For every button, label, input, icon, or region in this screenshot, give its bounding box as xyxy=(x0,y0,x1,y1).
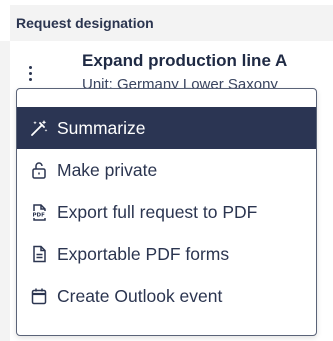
column-header-label: Request designation xyxy=(16,15,154,31)
pdf-file-icon: PDF xyxy=(29,202,49,222)
menu-item-outlook-event[interactable]: Create Outlook event xyxy=(17,275,316,317)
menu-item-label: Exportable PDF forms xyxy=(57,243,230,264)
lock-icon xyxy=(29,160,49,180)
menu-item-export-pdf[interactable]: PDF Export full request to PDF xyxy=(17,191,316,233)
row-gutter xyxy=(0,41,10,341)
svg-text:PDF: PDF xyxy=(33,213,46,219)
more-options-icon[interactable] xyxy=(22,63,38,83)
magic-wand-icon xyxy=(29,118,49,138)
menu-item-label: Create Outlook event xyxy=(57,285,223,306)
context-menu: Summarize Make private PDF Export full r… xyxy=(16,88,317,336)
menu-item-label: Export full request to PDF xyxy=(57,201,258,222)
menu-item-label: Make private xyxy=(57,159,158,180)
menu-item-make-private[interactable]: Make private xyxy=(17,149,316,191)
request-title: Expand production line A xyxy=(82,51,288,70)
menu-item-pdf-forms[interactable]: Exportable PDF forms xyxy=(17,233,316,275)
menu-item-label: Summarize xyxy=(57,117,146,138)
calendar-icon xyxy=(29,286,49,306)
table-column-header: Request designation xyxy=(10,5,333,41)
menu-item-summarize[interactable]: Summarize xyxy=(17,107,316,149)
document-icon xyxy=(29,244,49,264)
